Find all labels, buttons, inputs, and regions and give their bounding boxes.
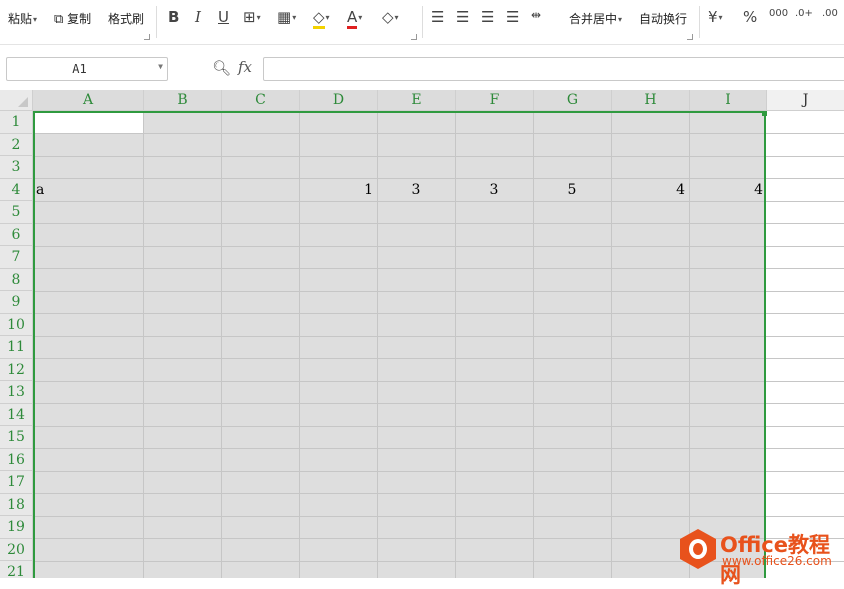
column-header-a[interactable]: A <box>33 90 144 111</box>
name-box[interactable]: A1 ▼ <box>6 57 168 81</box>
chevron-down-icon[interactable]: ▼ <box>158 62 163 71</box>
formula-input[interactable] <box>263 57 844 81</box>
row-header-11[interactable]: 11 <box>0 336 33 359</box>
thousands-button[interactable]: 000 <box>769 8 788 19</box>
row-header-5[interactable]: 5 <box>0 201 33 224</box>
decrease-decimal-icon: .00 <box>822 8 838 19</box>
row-header-16[interactable]: 16 <box>0 448 33 471</box>
column-header-b[interactable]: B <box>144 90 222 111</box>
border-button[interactable]: ⊞▾ <box>243 8 261 26</box>
clear-button[interactable]: ◇▾ <box>382 8 399 26</box>
increase-decimal-icon: .0+ <box>795 8 813 19</box>
column-header-i[interactable]: I <box>690 90 767 111</box>
paste-button[interactable]: 粘贴▾ <box>8 10 37 27</box>
decrease-decimal-button[interactable]: .00 <box>822 8 838 19</box>
percent-button[interactable]: % <box>743 8 757 26</box>
align-left-button[interactable]: ☰ <box>431 8 444 26</box>
justify-icon: ☰ <box>506 8 520 26</box>
distribute-icon: ⇹ <box>531 8 542 22</box>
row-header-2[interactable]: 2 <box>0 133 33 156</box>
divider <box>422 6 423 38</box>
column-header-e[interactable]: E <box>378 90 456 111</box>
select-all-corner[interactable] <box>0 90 33 111</box>
office-logo-icon <box>680 529 716 569</box>
merge-center-button[interactable]: 合并居中▾ <box>569 10 622 27</box>
row-header-15[interactable]: 15 <box>0 426 33 449</box>
row-header-10[interactable]: 10 <box>0 313 33 336</box>
name-box-value: A1 <box>72 62 87 76</box>
row-header-9[interactable]: 9 <box>0 291 33 314</box>
justify-button[interactable]: ☰ <box>506 8 519 26</box>
row-header-1[interactable]: 1 <box>0 111 33 134</box>
divider <box>156 6 157 38</box>
row-header-14[interactable]: 14 <box>0 403 33 426</box>
align-right-button[interactable]: ☰ <box>481 8 494 26</box>
font-color-icon: A <box>347 8 358 29</box>
row-header-6[interactable]: 6 <box>0 223 33 246</box>
yen-icon: ¥ <box>708 8 718 26</box>
zoom-icon[interactable]: 🔍︎ <box>212 59 231 77</box>
column-header-g[interactable]: G <box>534 90 612 111</box>
spreadsheet-grid: A B C D E F G H I J 1 2 3 4 5 6 7 8 9 10… <box>0 90 844 578</box>
align-center-button[interactable]: ☰ <box>456 8 469 26</box>
cell-area[interactable]: a 1 3 3 5 4 4 <box>33 111 844 578</box>
font-color-button[interactable]: A▾ <box>347 8 362 29</box>
row-header-17[interactable]: 17 <box>0 471 33 494</box>
align-right-icon: ☰ <box>481 8 495 26</box>
increase-decimal-button[interactable]: .0+ <box>795 8 813 19</box>
bold-button[interactable]: B <box>168 8 179 26</box>
row-header-20[interactable]: 20 <box>0 538 33 561</box>
align-left-icon: ☰ <box>431 8 445 26</box>
divider <box>699 6 700 38</box>
watermark-url: www.office26.com <box>722 554 832 568</box>
column-header-f[interactable]: F <box>456 90 534 111</box>
column-header-d[interactable]: D <box>300 90 378 111</box>
column-header-c[interactable]: C <box>222 90 300 111</box>
row-header-8[interactable]: 8 <box>0 268 33 291</box>
underline-button[interactable]: U <box>218 8 229 26</box>
eraser-icon: ◇ <box>382 8 394 26</box>
cell-format-button[interactable]: ▦▾ <box>277 8 296 26</box>
copy-button[interactable]: ⧉ 复制 <box>54 10 91 27</box>
row-header-4[interactable]: 4 <box>0 178 33 201</box>
ribbon-toolbar: 粘贴▾ ⧉ 复制 格式刷 B I U ⊞▾ ▦▾ ◇▾ A▾ ◇▾ ☰ ☰ ☰ … <box>0 0 844 45</box>
italic-button[interactable]: I <box>195 8 201 26</box>
formula-bar: A1 ▼ 🔍︎ fx <box>0 45 844 90</box>
watermark-logo: Office教程网 www.office26.com <box>680 527 844 587</box>
font-group-launcher[interactable] <box>411 34 417 40</box>
row-header-13[interactable]: 13 <box>0 381 33 404</box>
percent-icon: % <box>743 8 758 26</box>
selection-border <box>33 111 766 578</box>
format-painter-button[interactable]: 格式刷 <box>108 10 144 27</box>
row-header-3[interactable]: 3 <box>0 156 33 179</box>
alignment-group-launcher[interactable] <box>687 34 693 40</box>
border-icon: ⊞ <box>243 8 256 26</box>
wrap-text-button[interactable]: 自动换行 <box>639 10 687 27</box>
distributed-button[interactable]: ⇹ <box>531 8 541 22</box>
clipboard-group-launcher[interactable] <box>144 34 150 40</box>
function-icon[interactable]: fx <box>238 58 252 76</box>
column-header-j[interactable]: J <box>767 90 844 111</box>
thousands-icon: 000 <box>769 8 789 19</box>
row-header-19[interactable]: 19 <box>0 516 33 539</box>
table-icon: ▦ <box>277 8 292 26</box>
paint-bucket-icon: ◇ <box>313 8 325 29</box>
row-header-7[interactable]: 7 <box>0 246 33 269</box>
fill-color-button[interactable]: ◇▾ <box>313 8 330 29</box>
align-center-icon: ☰ <box>456 8 470 26</box>
fill-handle[interactable] <box>762 111 767 116</box>
row-header-18[interactable]: 18 <box>0 493 33 516</box>
row-header-12[interactable]: 12 <box>0 358 33 381</box>
currency-button[interactable]: ¥▾ <box>708 8 723 26</box>
column-header-h[interactable]: H <box>612 90 690 111</box>
copy-icon: ⧉ <box>54 12 64 27</box>
row-header-21[interactable]: 21 <box>0 561 33 578</box>
